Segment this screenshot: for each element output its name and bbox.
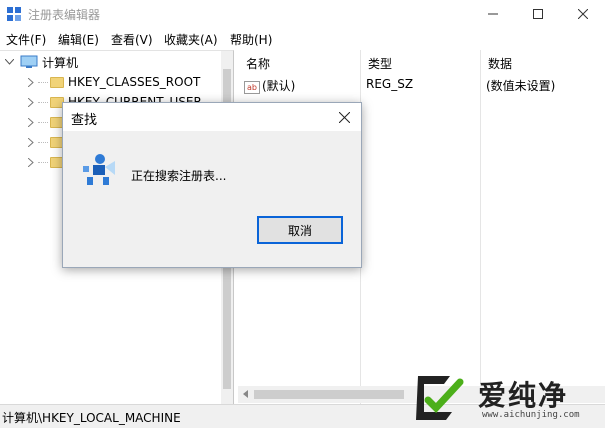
minimize-button[interactable] — [470, 0, 515, 28]
menu-view[interactable]: 查看(V) — [111, 31, 153, 48]
tree-item[interactable]: HKEY_CLASSES_ROOT — [26, 72, 200, 92]
dialog-close-button[interactable] — [333, 107, 355, 127]
table-row[interactable]: ab (默认) — [244, 77, 295, 94]
close-icon — [338, 111, 350, 123]
value-data: (数值未设置) — [486, 79, 556, 93]
column-header-data[interactable]: 数据 — [480, 50, 605, 74]
chevron-right-icon[interactable] — [26, 77, 36, 87]
chevron-right-icon[interactable] — [26, 97, 36, 107]
menu-favorites[interactable]: 收藏夹(A) — [164, 31, 218, 48]
brand-logo-icon — [416, 376, 464, 420]
chevron-right-icon[interactable] — [26, 137, 36, 147]
find-dialog: 查找 正在搜索注册表... 取消 — [62, 102, 362, 268]
close-button[interactable] — [560, 0, 605, 28]
tree-root-computer[interactable]: 计算机 — [4, 52, 78, 72]
chevron-right-icon[interactable] — [26, 157, 36, 167]
string-value-icon: ab — [244, 81, 260, 94]
minimize-icon — [487, 13, 498, 15]
chevron-down-icon[interactable] — [4, 57, 14, 67]
close-icon — [577, 9, 588, 19]
cancel-button[interactable]: 取消 — [257, 216, 343, 244]
folder-icon — [50, 76, 64, 88]
title-bar: 注册表编辑器 — [0, 0, 605, 28]
maximize-icon — [532, 9, 543, 19]
tree-item-label: HKEY_CLASSES_ROOT — [68, 75, 201, 89]
scroll-left-icon[interactable] — [242, 390, 250, 398]
column-header-type[interactable]: 类型 — [360, 50, 480, 74]
searching-flashlight-icon — [83, 154, 115, 185]
window-title: 注册表编辑器 — [28, 8, 101, 22]
watermark-url: www.aichunjing.com — [482, 410, 580, 420]
tree-root-label: 计算机 — [42, 55, 79, 70]
watermark: 爱纯净 www.aichunjing.com — [410, 366, 605, 426]
menu-help[interactable]: 帮助(H) — [230, 31, 272, 48]
menu-edit[interactable]: 编辑(E) — [58, 31, 99, 48]
computer-icon — [20, 55, 38, 68]
watermark-brand: 爱纯净 — [478, 379, 569, 412]
dialog-title-bar: 查找 — [63, 103, 361, 131]
dialog-title: 查找 — [71, 113, 98, 128]
list-scroll-thumb[interactable] — [254, 390, 404, 399]
value-name: (默认) — [262, 79, 296, 93]
column-header-name[interactable]: 名称 — [238, 50, 360, 74]
maximize-button[interactable] — [515, 0, 560, 28]
value-type: REG_SZ — [366, 77, 414, 91]
regedit-app-icon — [7, 7, 21, 21]
chevron-right-icon[interactable] — [26, 117, 36, 127]
menu-bar: 文件(F) 编辑(E) 查看(V) 收藏夹(A) 帮助(H) — [0, 28, 605, 50]
menu-file[interactable]: 文件(F) — [6, 31, 46, 48]
searching-message: 正在搜索注册表... — [131, 169, 227, 183]
